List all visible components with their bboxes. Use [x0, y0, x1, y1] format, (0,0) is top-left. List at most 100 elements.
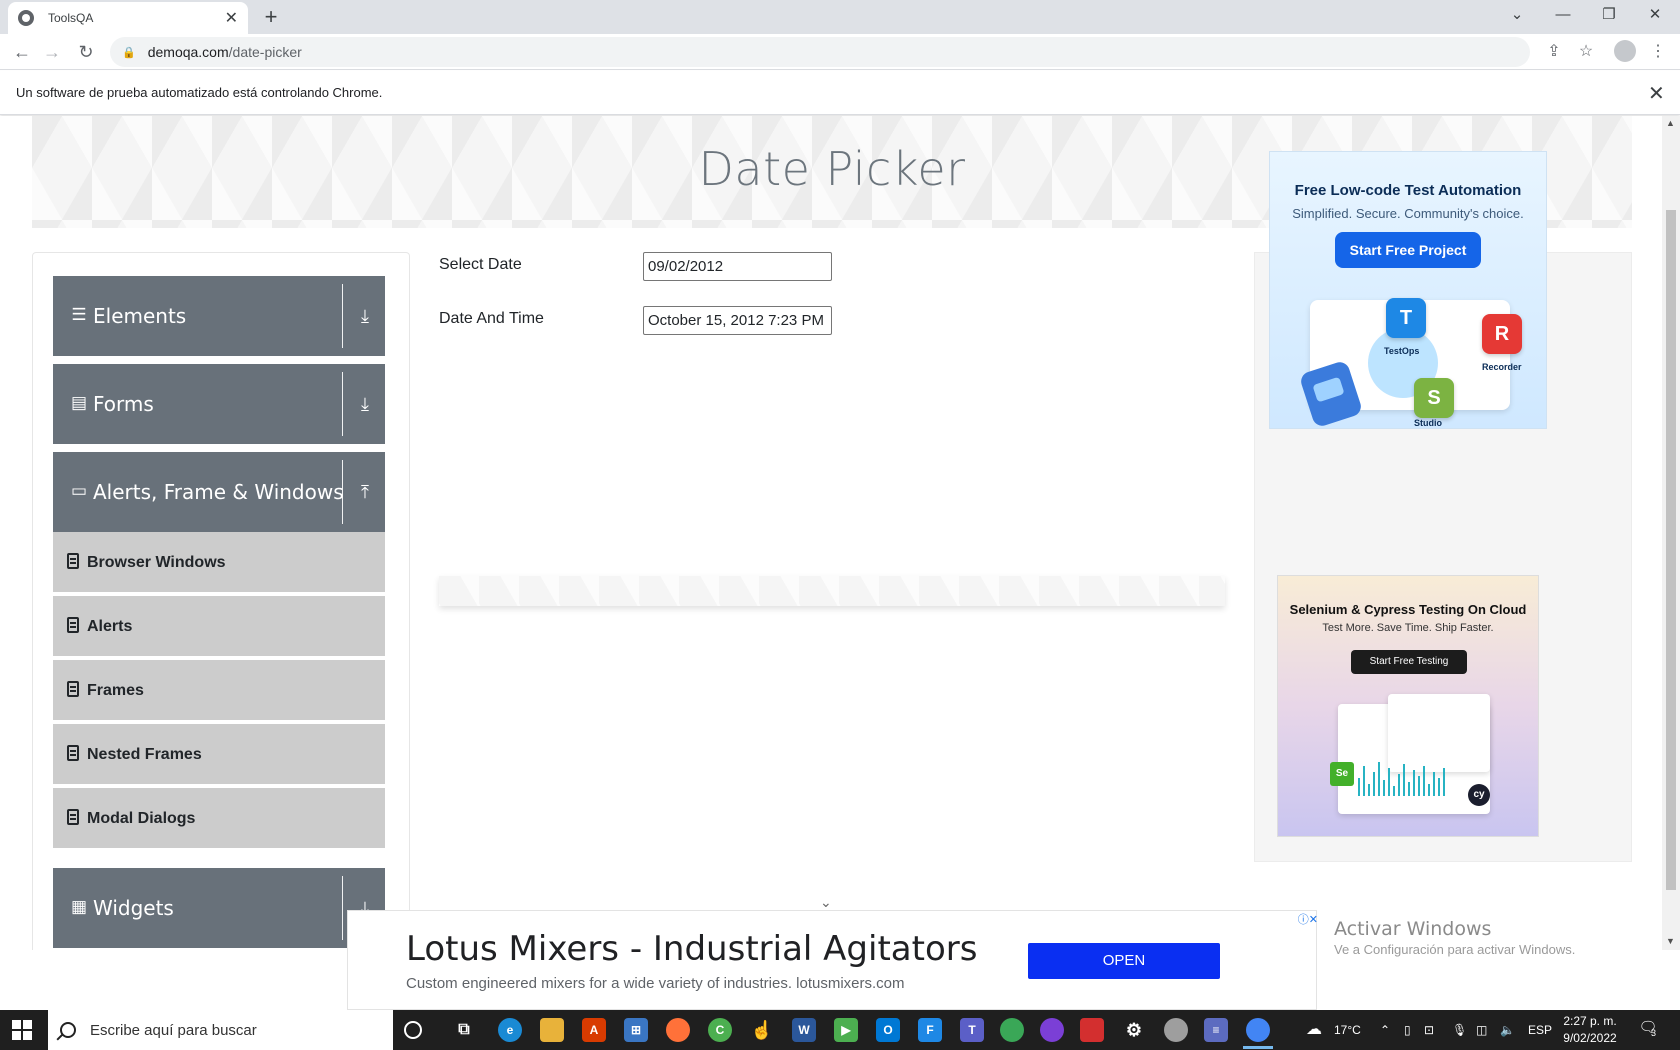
bottom-ad-banner[interactable]: Lotus Mixers - Industrial Agitators Cust… [347, 910, 1318, 1010]
globe-app-icon[interactable] [1000, 1018, 1024, 1042]
menu-dots-icon[interactable]: ⋮ [1646, 40, 1670, 64]
app-cloud-icon[interactable] [1164, 1018, 1188, 1042]
weather-cloud-icon[interactable]: ☁ [1306, 1010, 1322, 1050]
ad-label: Studio [1414, 418, 1442, 428]
browser-tabstrip: ToolsQA ✕ + ⌄ — ❐ ✕ [0, 0, 1680, 34]
hand-cursor-icon[interactable]: ☝ [750, 1018, 774, 1042]
hamburger-icon: ☰ [71, 305, 87, 324]
cortana-icon[interactable] [404, 1021, 422, 1039]
url-input[interactable]: 🔒 demoqa.com/date-picker [110, 37, 1530, 67]
sidebar-group-widgets[interactable]: ▦ Widgets ⤓ [53, 868, 385, 948]
sidebar-item-label: Frames [87, 682, 144, 699]
store-icon[interactable]: ⊞ [624, 1018, 648, 1042]
date-time-input[interactable] [643, 306, 832, 335]
list-icon [67, 809, 79, 825]
clock-date: 9/02/2022 [1563, 1031, 1617, 1045]
ad-open-button[interactable]: OPEN [1028, 943, 1220, 979]
chrome-icon[interactable] [1246, 1018, 1270, 1042]
edge-icon[interactable]: e [498, 1018, 522, 1042]
podcast-icon[interactable] [1040, 1018, 1064, 1042]
task-view-icon[interactable]: ⧉ [452, 1018, 476, 1042]
infobar-close-icon[interactable]: ✕ [1648, 81, 1665, 106]
browser-tab[interactable]: ToolsQA ✕ [8, 2, 248, 34]
grid-icon: ▦ [70, 897, 88, 916]
outlook-icon[interactable]: O [876, 1018, 900, 1042]
upload-arrow-icon: ⤒ [361, 482, 369, 502]
list-icon [67, 681, 79, 697]
speaker-icon[interactable]: 🔈 [1500, 1010, 1515, 1050]
minimize-button[interactable]: — [1540, 0, 1586, 30]
start-free-project-button[interactable]: Start Free Project [1335, 232, 1481, 268]
settings-gear-icon[interactable]: ⚙ [1122, 1018, 1146, 1042]
language-indicator[interactable]: ESP [1528, 1010, 1552, 1050]
list-icon [67, 745, 79, 761]
word-icon[interactable]: W [792, 1018, 816, 1042]
amd-icon[interactable] [1080, 1018, 1104, 1042]
sidebar-group-label: Alerts, Frame & Windows [93, 480, 344, 504]
sidebar-item-label: Nested Frames [87, 746, 202, 763]
sidebar-group-forms[interactable]: ▤ Forms ⤓ [53, 364, 385, 444]
watermark-subtitle: Ve a Configuración para activar Windows. [1334, 942, 1576, 957]
media-player-icon[interactable]: ▶ [834, 1018, 858, 1042]
ad-subtitle: Simplified. Secure. Community's choice. [1292, 206, 1524, 221]
scroll-thumb[interactable] [1666, 210, 1676, 890]
ad-selenium-cypress[interactable]: Selenium & Cypress Testing On Cloud Test… [1277, 575, 1539, 837]
firefox-icon[interactable] [666, 1018, 690, 1042]
ad-title: Selenium & Cypress Testing On Cloud [1289, 602, 1527, 617]
windows-start-icon[interactable] [12, 1020, 32, 1040]
notification-center-icon[interactable]: 🗨 3 [1637, 1018, 1659, 1040]
forward-arrow-icon[interactable]: → [40, 40, 64, 64]
sidebar-item-modal-dialogs[interactable]: Modal Dialogs [53, 788, 385, 850]
sidebar-item-label: Browser Windows [87, 554, 226, 571]
profile-avatar-icon[interactable] [1614, 40, 1636, 62]
sidebar: ☰ Elements ⤓ ▤ Forms ⤓ ▭ Alerts, Frame &… [32, 252, 410, 950]
chrome-canary-icon[interactable]: C [708, 1018, 732, 1042]
taskbar-search-input[interactable]: Escribe aquí para buscar [48, 1010, 393, 1050]
restore-button[interactable]: ❐ [1586, 0, 1632, 30]
start-free-testing-button[interactable]: Start Free Testing [1351, 650, 1467, 674]
lock-icon: 🔒 [122, 46, 136, 59]
select-date-input[interactable] [643, 252, 832, 281]
sidebar-group-elements[interactable]: ☰ Elements ⤓ [53, 276, 385, 356]
selenium-logo-icon: Se [1330, 762, 1354, 786]
microphone-icon[interactable]: 🎙 [1452, 1010, 1467, 1050]
weather-temperature[interactable]: 17°C [1334, 1010, 1361, 1050]
close-window-button[interactable]: ✕ [1632, 0, 1678, 30]
teams-icon[interactable]: T [960, 1018, 984, 1042]
globe-icon [18, 10, 34, 26]
sidebar-item-browser-windows[interactable]: Browser Windows [53, 532, 385, 594]
scroll-up-icon[interactable]: ▲ [1666, 118, 1675, 128]
address-bar: ← → ↻ 🔒 demoqa.com/date-picker ⇪ ☆ ⋮ [0, 34, 1680, 70]
scroll-down-icon[interactable]: ▼ [1666, 936, 1675, 946]
testops-logo-icon: T [1386, 298, 1426, 338]
ad-subtext: Custom engineered mixers for a wide vari… [406, 975, 905, 992]
app-stripes-icon[interactable]: ≡ [1204, 1018, 1228, 1042]
tab-close-icon[interactable]: ✕ [225, 8, 238, 28]
share-icon[interactable]: ⇪ [1542, 40, 1566, 64]
sidebar-group-alerts-frame-windows[interactable]: ▭ Alerts, Frame & Windows ⤒ [53, 452, 385, 532]
page-scrollbar[interactable]: ▲ ▼ [1662, 116, 1680, 950]
new-tab-button[interactable]: + [258, 4, 284, 30]
taskbar-clock[interactable]: 2:27 p. m. 9/02/2022 [1556, 1013, 1624, 1047]
download-arrow-icon: ⤓ [361, 394, 369, 414]
network-icon[interactable]: ⊡ [1424, 1010, 1434, 1050]
recorder-logo-icon: R [1482, 314, 1522, 354]
reload-icon[interactable]: ↻ [74, 40, 98, 64]
sidebar-item-alerts[interactable]: Alerts [53, 596, 385, 658]
ad-headline: Lotus Mixers - Industrial Agitators [406, 929, 978, 969]
tab-search-icon[interactable]: ⌄ [1494, 0, 1540, 30]
sidebar-item-nested-frames[interactable]: Nested Frames [53, 724, 385, 786]
ad-low-code-automation[interactable]: Free Low-code Test Automation Simplified… [1269, 151, 1547, 429]
app-f-icon[interactable]: F [918, 1018, 942, 1042]
back-arrow-icon[interactable]: ← [10, 40, 34, 64]
wifi-icon[interactable]: ◫ [1476, 1010, 1487, 1050]
file-explorer-icon[interactable] [540, 1018, 564, 1042]
chevron-down-icon[interactable]: ⌄ [820, 894, 832, 911]
ad-choices-close-icon[interactable]: ⓘ✕ [1286, 911, 1318, 927]
sidebar-group-label: Elements [93, 304, 187, 328]
star-icon[interactable]: ☆ [1574, 40, 1598, 64]
sidebar-item-frames[interactable]: Frames [53, 660, 385, 722]
pdf-reader-icon[interactable]: A [582, 1018, 606, 1042]
battery-icon[interactable]: ▯ [1404, 1010, 1411, 1050]
show-hidden-icons-chevron-icon[interactable]: ⌃ [1380, 1010, 1390, 1050]
